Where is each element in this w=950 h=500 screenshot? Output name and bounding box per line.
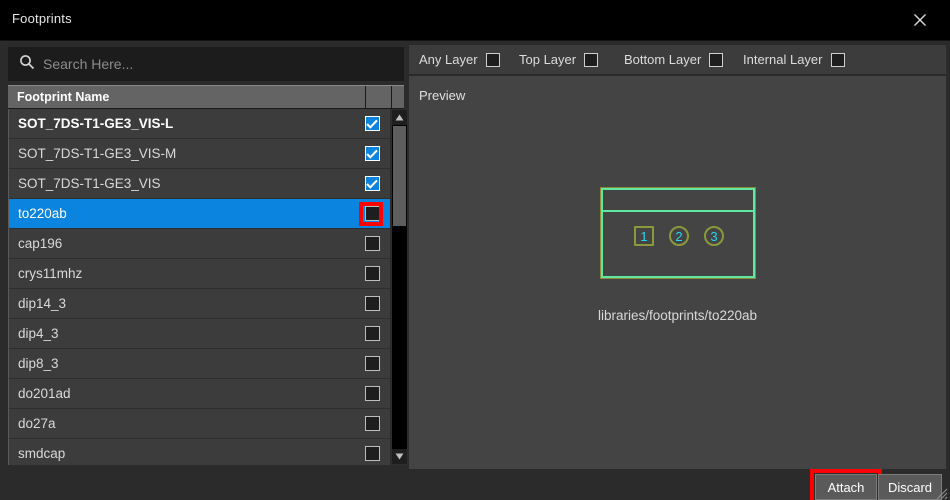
footprint-preview-graphic: 1 2 3 <box>600 187 756 279</box>
checkbox-cell[interactable] <box>354 326 390 341</box>
checkbox-unchecked[interactable] <box>364 386 380 401</box>
checkbox-unchecked[interactable] <box>364 416 380 431</box>
column-header-spacer[interactable] <box>392 86 404 108</box>
footprint-name-label: dip8_3 <box>18 356 59 371</box>
table-row[interactable]: do27a <box>9 409 390 439</box>
footprint-name-label: SOT_7DS-T1-GE3_VIS-M <box>18 146 177 161</box>
checkbox-cell[interactable] <box>354 146 390 161</box>
checkbox-cell[interactable] <box>354 386 390 401</box>
table-row[interactable]: dip4_3 <box>9 319 390 349</box>
column-header-footprint-name[interactable]: Footprint Name <box>8 86 366 108</box>
pad-2: 2 <box>669 226 689 246</box>
footprints-dialog: Footprints Footprint Name <box>0 0 950 500</box>
layer-filter-label: Bottom Layer <box>624 52 702 67</box>
checkbox-unchecked[interactable] <box>364 326 380 341</box>
layer-filter-checkbox[interactable] <box>584 52 599 67</box>
preview-panel: Preview 1 2 3 libraries/footprints/to220… <box>409 76 946 482</box>
table-row[interactable]: SOT_7DS-T1-GE3_VIS <box>9 169 390 199</box>
layer-filter-checkbox[interactable] <box>830 52 845 67</box>
resize-grip-icon[interactable] <box>934 486 948 500</box>
checkbox-unchecked[interactable] <box>364 266 380 281</box>
window-title: Footprints <box>12 11 72 26</box>
search-input[interactable] <box>43 56 403 72</box>
checkbox-unchecked[interactable] <box>364 296 380 311</box>
footprint-name-label: dip4_3 <box>18 326 59 341</box>
dialog-footer: Attach Discard <box>0 469 950 500</box>
footprint-divider-line <box>601 210 755 212</box>
checkbox-unchecked[interactable] <box>364 446 380 461</box>
checkbox-cell[interactable] <box>354 356 390 371</box>
table-row[interactable]: do201ad <box>9 379 390 409</box>
checkbox-unchecked[interactable] <box>364 206 380 221</box>
title-bar: Footprints <box>0 0 950 40</box>
checkbox-unchecked[interactable] <box>364 356 380 371</box>
dialog-body: Footprint Name SOT_7DS-T1-GE3_VIS-LSOT_7… <box>0 40 950 500</box>
footprint-name-label: SOT_7DS-T1-GE3_VIS-L <box>18 116 174 131</box>
layer-filter-any-layer[interactable]: Any Layer <box>419 52 500 67</box>
checkbox-cell[interactable] <box>354 446 390 461</box>
close-icon[interactable] <box>898 0 942 40</box>
footprint-name-label: crys11mhz <box>18 266 83 281</box>
scrollbar-thumb[interactable] <box>393 126 406 226</box>
layer-filter-label: Internal Layer <box>743 52 823 67</box>
caret-up-icon[interactable] <box>392 110 407 125</box>
footprint-list-panel: Footprint Name SOT_7DS-T1-GE3_VIS-LSOT_7… <box>4 45 408 469</box>
table-row[interactable]: SOT_7DS-T1-GE3_VIS-M <box>9 139 390 169</box>
preview-panel-container: Any Layer Top Layer Bottom Layer Internal L… <box>409 45 946 500</box>
checkbox-cell[interactable] <box>354 416 390 431</box>
footprint-name-label: do27a <box>18 416 56 431</box>
layer-filter-checkbox[interactable] <box>485 52 500 67</box>
checkbox-cell[interactable] <box>354 296 390 311</box>
layer-filter-label: Any Layer <box>419 52 478 67</box>
footprint-name-label: dip14_3 <box>18 296 67 311</box>
layer-filter-internal-layer[interactable]: Internal Layer <box>743 52 845 67</box>
footprint-name-label: cap196 <box>18 236 63 251</box>
footprint-name-label: smdcap <box>18 446 66 461</box>
table-row[interactable]: cap196 <box>9 229 390 259</box>
checkbox-cell[interactable] <box>354 116 390 131</box>
checkbox-unchecked[interactable] <box>364 236 380 251</box>
checkbox-cell[interactable] <box>354 206 390 221</box>
list-header: Footprint Name <box>8 85 404 109</box>
footprint-path-label: libraries/footprints/to220ab <box>597 308 758 323</box>
checkbox-checked[interactable] <box>364 176 380 191</box>
preview-label: Preview <box>419 88 466 103</box>
search-icon <box>19 54 35 75</box>
pad-3: 3 <box>704 226 724 246</box>
checkbox-cell[interactable] <box>354 266 390 281</box>
checkbox-cell[interactable] <box>354 176 390 191</box>
footprint-name-label: SOT_7DS-T1-GE3_VIS <box>18 176 161 191</box>
layer-filter-label: Top Layer <box>519 52 577 67</box>
discard-button[interactable]: Discard <box>878 474 942 500</box>
table-row[interactable]: dip8_3 <box>9 349 390 379</box>
attach-button[interactable]: Attach <box>815 474 877 500</box>
footprint-list[interactable]: SOT_7DS-T1-GE3_VIS-L SOT_7DS-T1-GE3_VIS-M… <box>8 109 390 465</box>
table-row[interactable]: smdcap <box>9 439 390 465</box>
caret-down-icon[interactable] <box>392 449 407 464</box>
footprint-name-label: to220ab <box>18 206 67 221</box>
layer-filter-bar: Any Layer Top Layer Bottom Layer Internal L… <box>409 45 946 75</box>
search-bar[interactable] <box>8 47 404 81</box>
table-row[interactable]: crys11mhz <box>9 259 390 289</box>
layer-filter-top-layer[interactable]: Top Layer <box>519 52 599 67</box>
footprint-name-label: do201ad <box>18 386 71 401</box>
layer-filter-bottom-layer[interactable]: Bottom Layer <box>624 52 724 67</box>
table-row[interactable]: dip14_3 <box>9 289 390 319</box>
checkbox-cell[interactable] <box>354 236 390 251</box>
table-row[interactable]: SOT_7DS-T1-GE3_VIS-L <box>9 109 390 139</box>
layer-filter-checkbox[interactable] <box>709 52 724 67</box>
checkbox-checked[interactable] <box>364 146 380 161</box>
list-scrollbar[interactable] <box>391 109 408 465</box>
column-header-checkbox[interactable] <box>366 86 392 108</box>
checkbox-checked[interactable] <box>364 116 380 131</box>
table-row[interactable]: to220ab <box>9 199 390 229</box>
pad-1: 1 <box>634 226 654 246</box>
